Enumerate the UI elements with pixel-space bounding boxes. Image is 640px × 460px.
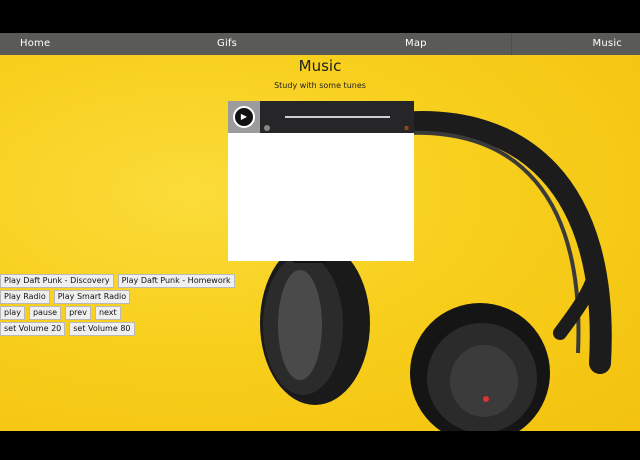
volume-80-button[interactable]: set Volume 80	[69, 322, 135, 336]
page-background: Home Gifs Map Music Music Study with som…	[0, 33, 640, 431]
play-smart-radio-button[interactable]: Play Smart Radio	[53, 290, 131, 304]
pause-button[interactable]: pause	[28, 306, 62, 320]
player-controls: Play Daft Punk - Discovery Play Daft Pun…	[0, 274, 235, 338]
player-controls-bar: ▶ ≣	[228, 101, 414, 133]
prev-button[interactable]: prev	[65, 306, 91, 320]
info-icon[interactable]	[264, 125, 270, 131]
play-homework-button[interactable]: Play Daft Punk - Homework	[117, 274, 235, 288]
album-art: ▶	[228, 101, 260, 133]
next-button[interactable]: next	[94, 306, 121, 320]
controls-row-radio: Play Radio Play Smart Radio	[0, 290, 235, 304]
play-icon[interactable]: ▶	[233, 106, 255, 128]
soundcloud-icon[interactable]: ≣	[404, 125, 409, 132]
nav-home[interactable]: Home	[20, 33, 50, 55]
play-discovery-button[interactable]: Play Daft Punk - Discovery	[0, 274, 114, 288]
controls-row-albums: Play Daft Punk - Discovery Play Daft Pun…	[0, 274, 235, 288]
controls-row-transport: play pause prev next	[0, 306, 235, 320]
nav-gifs[interactable]: Gifs	[217, 33, 237, 55]
progress-bar[interactable]	[285, 116, 390, 118]
volume-20-button[interactable]: set Volume 20	[0, 322, 66, 336]
music-player: ▶ ≣	[228, 101, 414, 261]
nav-map[interactable]: Map	[405, 33, 427, 55]
play-button[interactable]: play	[0, 306, 25, 320]
controls-row-volume: set Volume 20 set Volume 80	[0, 322, 235, 336]
nav-music[interactable]: Music	[511, 33, 640, 55]
top-nav: Home Gifs Map Music	[0, 33, 640, 55]
play-radio-button[interactable]: Play Radio	[0, 290, 50, 304]
